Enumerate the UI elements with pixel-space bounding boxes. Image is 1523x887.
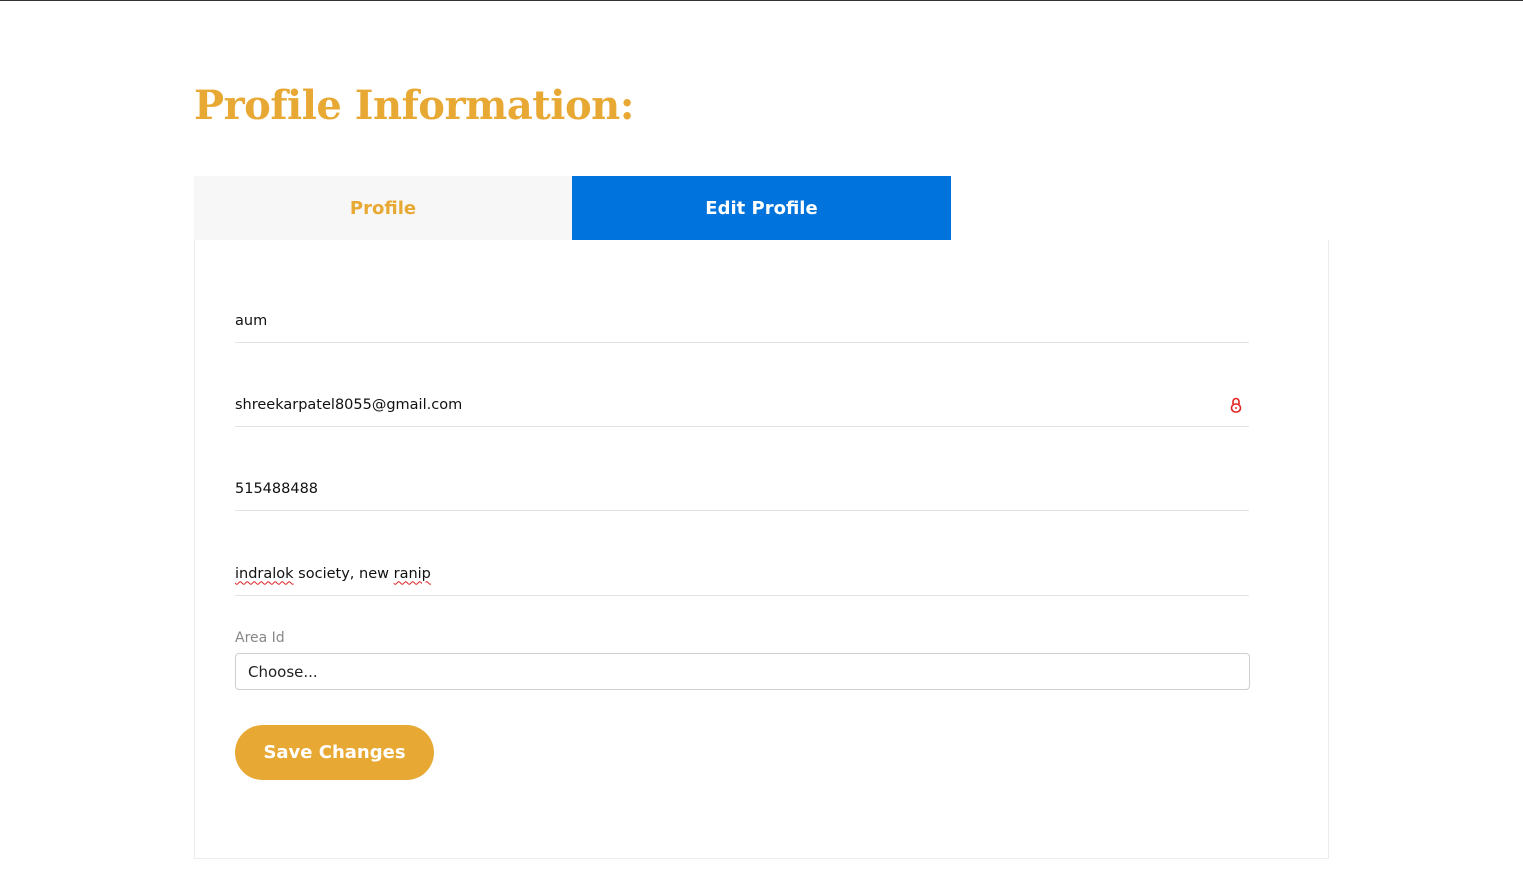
phone-field [235, 467, 1249, 511]
email-field [235, 383, 1249, 427]
email-input[interactable] [235, 389, 1249, 420]
area-id-label: Area Id [235, 630, 285, 646]
address-field[interactable]: indralok society, new ranip [235, 552, 1249, 596]
address-word-1: indralok [235, 565, 294, 582]
edit-profile-panel: indralok society, new ranip Area Id Choo… [194, 240, 1329, 859]
address-input[interactable]: indralok society, new ranip [235, 566, 431, 582]
profile-tabs: Profile Edit Profile [194, 176, 951, 240]
top-divider [0, 0, 1523, 1]
save-changes-button[interactable]: Save Changes [235, 725, 434, 780]
tab-edit-profile[interactable]: Edit Profile [572, 176, 951, 240]
address-word-3: ranip [393, 565, 431, 582]
name-field [235, 299, 1249, 343]
tab-profile[interactable]: Profile [194, 176, 572, 240]
address-word-2: society, new [293, 565, 394, 582]
name-input[interactable] [235, 305, 1249, 336]
phone-input[interactable] [235, 473, 1249, 504]
area-id-selected-value: Choose... [248, 662, 318, 681]
area-id-select[interactable]: Choose... [235, 653, 1250, 690]
lock-icon [1229, 396, 1243, 414]
page-title: Profile Information: [194, 82, 635, 129]
